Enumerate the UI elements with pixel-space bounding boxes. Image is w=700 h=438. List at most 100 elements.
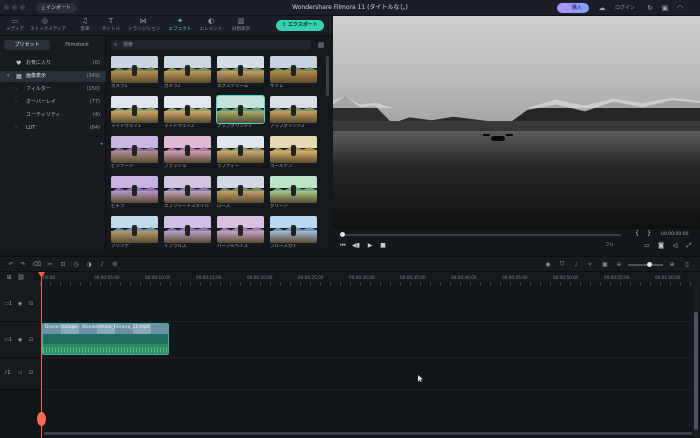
sidebar-item-filter[interactable]: › フィルター (150) xyxy=(0,84,106,95)
sidebar-item-overlay[interactable]: › オーバーレイ (77) xyxy=(0,97,106,108)
effect-thumbnail[interactable] xyxy=(270,176,317,203)
tab-titles[interactable]: T タイトル xyxy=(96,17,126,35)
fit-timeline-icon[interactable]: ▯ xyxy=(682,259,692,270)
playback-controls: { } 00:00:00:00 ⏮ ◀▮ ▶ ■ フル ▭ ◙ ◁ ⤢ xyxy=(333,229,700,251)
snapshot-icon[interactable]: ◙ xyxy=(657,242,665,250)
tab-media[interactable]: ▭ メディア xyxy=(0,17,30,35)
monitor-icon[interactable]: ▭ xyxy=(643,242,651,250)
effect-thumbnail[interactable] xyxy=(216,95,265,124)
effect-label: ローズ xyxy=(217,204,231,209)
tab-split-screen[interactable]: ▥ 分割表示 xyxy=(226,17,256,35)
video-preview[interactable] xyxy=(333,16,700,229)
mark-in-icon[interactable]: { xyxy=(633,230,641,238)
effect-thumbnail[interactable] xyxy=(217,176,264,203)
mark-out-icon[interactable]: } xyxy=(645,230,653,238)
effect-label: ゴールデン xyxy=(270,164,293,169)
tab-presets[interactable]: プリセット xyxy=(4,40,50,50)
video-clip[interactable]: Drone footage - Wondershare_Filmora_11.m… xyxy=(42,323,169,355)
playhead-bottom-marker[interactable] xyxy=(37,412,46,426)
speed-icon[interactable]: ◷ xyxy=(71,259,81,270)
track-header-video: ▭1 ◉ ⊡ xyxy=(0,322,40,358)
timeline-ruler[interactable]: ⊞ ⛓ 00:00 00:00:05:00 00:00:10:00 00:00:15:… xyxy=(0,272,700,286)
delete-icon[interactable]: ⌫ xyxy=(32,259,42,270)
effect-thumbnail[interactable] xyxy=(164,216,211,243)
render-icon[interactable]: ◉ xyxy=(543,259,553,270)
effect-thumbnail[interactable] xyxy=(164,56,211,83)
search-input[interactable]: ⌕ 検索 xyxy=(111,40,311,50)
effect-thumbnail[interactable] xyxy=(217,136,264,163)
effect-thumbnail[interactable] xyxy=(164,136,211,163)
effect-thumbnail[interactable] xyxy=(270,136,317,163)
sidebar-item-lut[interactable]: › LUT (84) xyxy=(0,123,106,134)
volume-icon[interactable]: ◁ xyxy=(671,242,679,250)
chevron-right-icon: › xyxy=(15,99,17,105)
timeline-horizontal-scrollbar[interactable] xyxy=(44,432,692,435)
effect-thumbnail[interactable] xyxy=(270,56,317,83)
tab-transitions[interactable]: ⋈ トランジション xyxy=(128,17,160,35)
effect-thumbnail[interactable] xyxy=(164,176,211,203)
redo-icon[interactable]: ↷ xyxy=(18,259,28,270)
effect-thumbnail[interactable] xyxy=(111,96,158,123)
effect-thumbnail[interactable] xyxy=(270,216,317,243)
collapse-sidebar-icon[interactable]: ◂ xyxy=(100,141,103,147)
zoom-slider-track[interactable] xyxy=(628,264,663,266)
snapshot-tl-icon[interactable]: ▣ xyxy=(600,259,610,270)
lock-icon[interactable]: ⊡ xyxy=(29,301,33,307)
mic-icon[interactable]: ♩ xyxy=(571,259,581,270)
play-icon[interactable]: ▶ xyxy=(366,242,374,250)
link-icon[interactable]: ⛓ xyxy=(16,272,26,283)
tab-elements[interactable]: ◐ エレメント xyxy=(196,17,226,35)
audio-icon[interactable]: ♪ xyxy=(97,259,107,270)
sidebar-item-image-display[interactable]: ▾ ▦ 画像表示 (349) xyxy=(0,71,106,82)
cloud-icon[interactable]: ☁ xyxy=(597,3,607,13)
track-lane-audio[interactable] xyxy=(41,358,692,390)
login-link[interactable]: ログイン xyxy=(615,3,635,13)
tab-effects[interactable]: ✦ エフェクト xyxy=(165,17,195,35)
buy-button[interactable]: 🛒 購入 xyxy=(557,3,589,13)
undo-icon[interactable]: ↶ xyxy=(6,259,16,270)
quality-selector[interactable]: フル xyxy=(605,242,614,248)
effect-thumbnail[interactable] xyxy=(270,96,317,123)
notification-icon[interactable]: ▣ xyxy=(660,3,670,13)
crop-icon[interactable]: ⊡ xyxy=(58,259,68,270)
zoom-slider-knob[interactable] xyxy=(647,262,652,267)
sidebar-item-favorites[interactable]: ♥ お気に入り (0) xyxy=(0,58,106,69)
add-track-icon[interactable]: ⊞ xyxy=(4,272,14,283)
timeline-vertical-scrollbar[interactable] xyxy=(694,312,698,430)
lock-icon[interactable]: ⊡ xyxy=(29,337,33,343)
effects-scrollbar[interactable] xyxy=(326,56,329,96)
track-lane-overlay[interactable] xyxy=(41,286,692,322)
playback-progress-knob[interactable] xyxy=(340,232,345,237)
buy-label: 購入 xyxy=(571,5,582,11)
export-button[interactable]: ⇪ エクスポート xyxy=(276,20,324,31)
effect-thumbnail[interactable] xyxy=(111,56,158,83)
prev-frame-icon[interactable]: ◀▮ xyxy=(352,242,360,250)
zoom-in-icon[interactable]: ⊕ xyxy=(667,259,677,270)
cut-icon[interactable]: ✂ xyxy=(45,259,55,270)
magic-icon[interactable]: ✧ xyxy=(585,259,595,270)
eye-icon[interactable]: ◉ xyxy=(18,337,22,343)
sync-icon[interactable]: ↻ xyxy=(645,3,655,13)
color-icon[interactable]: ◑ xyxy=(84,259,94,270)
sidebar-item-utility[interactable]: ユーティリティ (4) xyxy=(0,110,106,121)
effect-thumbnail[interactable] xyxy=(217,216,264,243)
effect-thumbnail[interactable] xyxy=(217,56,264,83)
headset-icon[interactable]: ◠ xyxy=(675,3,685,13)
fullscreen-icon[interactable]: ⤢ xyxy=(685,242,693,250)
effect-thumbnail[interactable] xyxy=(111,176,158,203)
lock-icon[interactable]: ⊡ xyxy=(29,370,33,376)
shield-icon[interactable]: ⛉ xyxy=(557,259,567,270)
tab-filmstock[interactable]: Filmstock xyxy=(54,40,100,50)
grid-view-icon[interactable]: ▦ xyxy=(316,40,326,50)
tab-stock-media[interactable]: ◎ ストックメディア xyxy=(30,17,66,35)
mute-icon[interactable]: ◁ xyxy=(18,370,22,376)
step-back-icon[interactable]: ⏮ xyxy=(339,242,347,250)
effect-thumbnail[interactable] xyxy=(111,216,158,243)
zoom-out-icon[interactable]: ⊖ xyxy=(614,259,624,270)
effect-thumbnail[interactable] xyxy=(111,136,158,163)
effect-thumbnail[interactable] xyxy=(164,96,211,123)
playback-progress-track[interactable] xyxy=(341,234,621,236)
eye-icon[interactable]: ◉ xyxy=(18,301,22,307)
stop-icon[interactable]: ■ xyxy=(379,242,387,250)
settings-icon[interactable]: ⚙ xyxy=(110,259,120,270)
